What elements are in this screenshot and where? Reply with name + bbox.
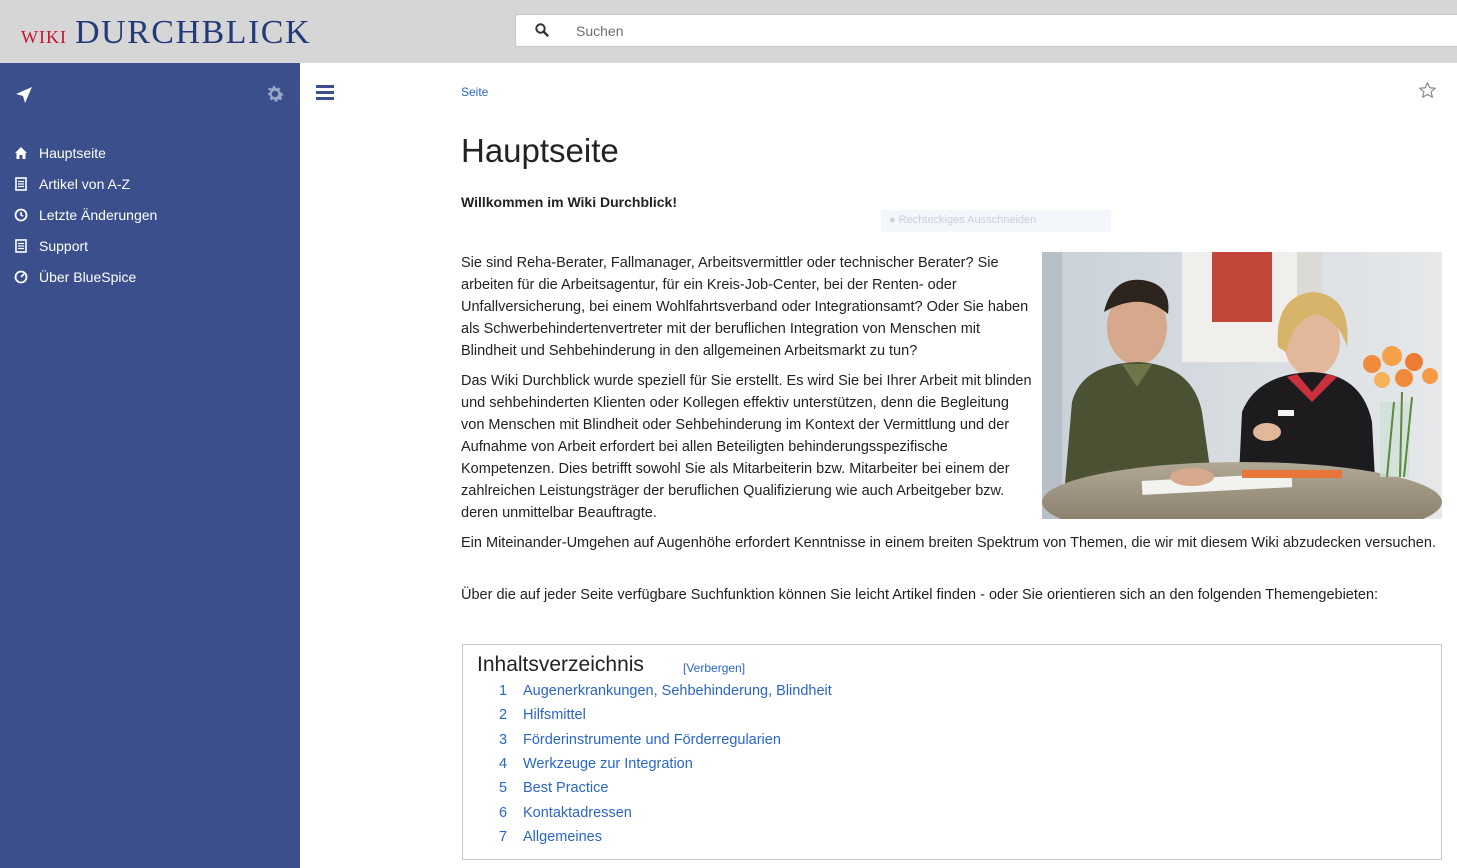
team-photo xyxy=(1042,252,1442,519)
menu-toggle-icon[interactable] xyxy=(316,85,334,101)
table-of-contents: Inhaltsverzeichnis [Verbergen] 1 Augenerk… xyxy=(462,644,1442,860)
sidebar-item-label: Über BlueSpice xyxy=(39,269,137,285)
top-bar: WIKI DURCHBLICK xyxy=(0,0,1457,63)
toc-item-number: 3 xyxy=(499,732,508,748)
sidebar-item-ueber-bluespice[interactable]: Über BlueSpice xyxy=(14,266,136,288)
intro-paragraph-4: Über die auf jeder Seite verfügbare Such… xyxy=(461,587,1379,603)
sidebar-item-label: Support xyxy=(39,238,89,254)
toc-item-label: Best Practice xyxy=(523,780,609,796)
logo-prefix: WIKI xyxy=(21,27,67,47)
toc-item-number: 6 xyxy=(499,805,508,821)
toc-item[interactable]: 3 Förderinstrumente und Förderregularien xyxy=(499,732,781,748)
sidebar-item-support[interactable]: Support xyxy=(14,235,88,257)
welcome-text: Willkommen im Wiki Durchblick! xyxy=(461,194,678,210)
toc-item[interactable]: 5 Best Practice xyxy=(499,780,608,796)
overlay-label: Rechteckiges Ausschneiden xyxy=(898,214,1037,226)
document-icon xyxy=(14,177,28,191)
search-box[interactable] xyxy=(515,14,1457,47)
breadcrumb[interactable]: Seite xyxy=(461,85,488,99)
location-arrow-icon[interactable] xyxy=(14,85,34,105)
document-icon xyxy=(14,239,28,253)
toc-item-number: 5 xyxy=(499,780,508,796)
wiki-logo[interactable]: WIKI DURCHBLICK xyxy=(21,14,312,51)
toc-item[interactable]: 7 Allgemeines xyxy=(499,829,602,845)
search-icon[interactable] xyxy=(534,22,550,38)
sidebar-item-label: Letzte Änderungen xyxy=(39,207,158,223)
toc-title: Inhaltsverzeichnis xyxy=(477,653,644,676)
toc-item-label: Allgemeines xyxy=(523,829,602,845)
toc-item-label: Förderinstrumente und Förderregularien xyxy=(523,732,781,748)
intro-paragraph-2: Das Wiki Durchblick wurde speziell für S… xyxy=(461,373,1032,521)
sidebar-item-artikel[interactable]: Artikel von A-Z xyxy=(14,173,130,195)
toc-item-label: Werkzeuge zur Integration xyxy=(523,756,693,772)
home-icon xyxy=(14,146,28,160)
intro-paragraph-1: Sie sind Reha-Berater, Fallmanager, Arbe… xyxy=(461,255,1029,359)
page-title: Hauptseite xyxy=(461,132,619,169)
toc-item-number: 4 xyxy=(499,756,508,772)
toc-item-number: 7 xyxy=(499,829,508,845)
logo-main-text: DURCHBLICK xyxy=(74,14,312,51)
toc-item-label: Kontaktadressen xyxy=(523,805,632,821)
sidebar-item-letzte-aenderungen[interactable]: Letzte Änderungen xyxy=(14,204,157,226)
gauge-icon xyxy=(14,270,28,284)
gear-icon[interactable] xyxy=(264,83,286,105)
intro-paragraph-3: Ein Miteinander-Umgehen auf Augenhöhe er… xyxy=(461,535,1436,551)
watch-star-icon[interactable] xyxy=(1418,81,1437,100)
toc-item[interactable]: 1 Augenerkrankungen, Sehbehinderung, Blin… xyxy=(499,683,832,699)
toc-item-label: Hilfsmittel xyxy=(523,707,586,723)
sidebar-item-label: Artikel von A-Z xyxy=(39,176,131,192)
toc-item-number: 1 xyxy=(499,683,508,699)
toc-item[interactable]: 2 Hilfsmittel xyxy=(499,707,586,723)
sidebar-item-hauptseite[interactable]: Hauptseite xyxy=(14,142,106,164)
toc-item-number: 2 xyxy=(499,707,508,723)
clock-icon xyxy=(14,208,28,222)
sidebar-item-label: Hauptseite xyxy=(39,145,106,161)
toc-item-label: Augenerkrankungen, Sehbehinderung, Blind… xyxy=(523,683,832,699)
screen-capture-overlay: ● Rechteckiges Ausschneiden xyxy=(881,210,1111,232)
toc-toggle-link[interactable]: [Verbergen] xyxy=(683,661,745,675)
toc-item[interactable]: 4 Werkzeuge zur Integration xyxy=(499,756,693,772)
search-input[interactable] xyxy=(576,15,1436,46)
toc-item[interactable]: 6 Kontaktadressen xyxy=(499,805,632,821)
